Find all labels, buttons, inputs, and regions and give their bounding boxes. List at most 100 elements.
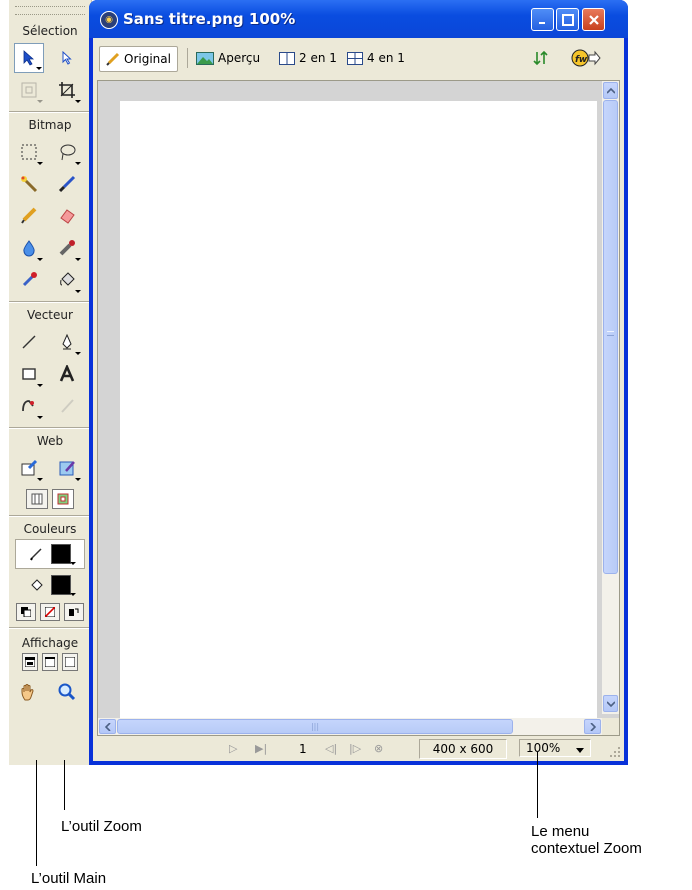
default-colors-button[interactable] <box>16 603 36 621</box>
subselection-tool[interactable] <box>52 43 82 73</box>
crop-tool[interactable] <box>52 75 82 105</box>
dropdown-arrow-icon <box>576 748 584 753</box>
quick-export-sort-button[interactable] <box>533 46 549 70</box>
eraser-tool[interactable] <box>52 201 82 231</box>
show-slices-icon <box>57 493 69 505</box>
magnifier-icon <box>58 683 76 701</box>
resize-grip-icon[interactable] <box>609 746 621 758</box>
tab-2-up-label: 2 en 1 <box>299 51 337 65</box>
scroll-right-button[interactable] <box>584 719 601 734</box>
section-label-web: Web <box>36 434 64 448</box>
rectangle-icon <box>22 368 36 380</box>
rubber-stamp-tool[interactable] <box>52 233 82 263</box>
scroll-left-button[interactable] <box>99 719 116 734</box>
minimize-icon <box>538 21 545 24</box>
chevron-left-icon <box>104 722 111 731</box>
section-label-view: Affichage <box>21 636 79 650</box>
rectangle-tool[interactable] <box>14 359 44 389</box>
vertical-scroll-thumb[interactable] <box>603 100 618 574</box>
svg-text:fw: fw <box>575 55 588 65</box>
play-button[interactable]: ▷ <box>229 742 237 755</box>
knife-icon <box>61 399 74 413</box>
vertical-scrollbar[interactable] <box>602 81 619 714</box>
swap-colors-icon <box>69 608 79 616</box>
fullscreen-menus-mode-button[interactable] <box>42 653 58 671</box>
eraser-icon <box>60 209 75 224</box>
last-frame-button[interactable]: ▶| <box>255 742 267 755</box>
document-area: ||| <box>97 80 620 736</box>
magic-wand-tool[interactable] <box>14 169 44 199</box>
standard-screen-icon <box>25 657 35 667</box>
swap-colors-button[interactable] <box>64 603 84 621</box>
pointer-tool[interactable] <box>14 43 44 73</box>
hide-slices-button[interactable] <box>26 489 48 509</box>
tab-4-up-label: 4 en 1 <box>367 51 405 65</box>
quick-export-button[interactable]: fw <box>571 46 601 70</box>
title-bar[interactable]: ◉ Sans titre.png 100% <box>89 0 628 38</box>
panel-grip[interactable] <box>15 6 85 15</box>
section-label-bitmap: Bitmap <box>28 118 72 132</box>
tab-original[interactable]: Original <box>99 46 178 72</box>
scroll-up-button[interactable] <box>603 82 618 99</box>
tab-original-label: Original <box>124 52 171 66</box>
preview-landscape-icon <box>196 51 214 65</box>
line-tool[interactable] <box>14 327 44 357</box>
no-color-button[interactable] <box>40 603 60 621</box>
hide-slices-icon <box>31 493 43 505</box>
fill-color-swatch[interactable] <box>51 575 76 596</box>
eyedropper-tool[interactable] <box>14 265 44 295</box>
pointer-icon <box>23 50 35 66</box>
scale-tool[interactable] <box>14 75 44 105</box>
horizontal-scroll-thumb[interactable]: ||| <box>117 719 513 734</box>
lasso-tool[interactable] <box>52 137 82 167</box>
tab-2-up[interactable]: 2 en 1 <box>279 46 337 70</box>
maximize-button[interactable] <box>556 8 579 31</box>
subselection-icon <box>62 51 72 65</box>
scroll-corner <box>602 718 619 735</box>
text-tool[interactable] <box>52 359 82 389</box>
fill-bucket-icon <box>31 579 43 591</box>
window-client: Original Aperçu 2 en 1 4 en 1 fw ||| ▷ ▶… <box>93 38 624 761</box>
hand-tool-callout-line <box>36 760 37 866</box>
pencil-tool[interactable] <box>14 201 44 231</box>
tab-preview[interactable]: Aperçu <box>196 46 260 70</box>
crop-icon <box>59 82 75 98</box>
line-icon <box>22 335 36 349</box>
quick-export-icon: fw <box>571 49 601 67</box>
scroll-down-button[interactable] <box>603 695 618 712</box>
previous-frame-button[interactable]: ◁| <box>325 742 337 755</box>
freeform-icon <box>22 400 34 412</box>
tab-4-up[interactable]: 4 en 1 <box>347 46 405 70</box>
zoom-level-menu[interactable]: 100% <box>519 739 591 757</box>
stop-button[interactable]: ⊗ <box>374 742 383 755</box>
chevron-right-icon <box>589 722 596 731</box>
hand-tool[interactable] <box>14 677 44 707</box>
pen-tool[interactable] <box>52 327 82 357</box>
blur-drop-icon <box>23 240 35 257</box>
hotspot-tool[interactable] <box>52 453 82 483</box>
app-icon[interactable]: ◉ <box>100 11 118 29</box>
blur-tool[interactable] <box>14 233 44 263</box>
fullscreen-mode-button[interactable] <box>62 653 78 671</box>
paint-bucket-tool[interactable] <box>52 265 82 295</box>
knife-tool[interactable] <box>52 391 82 421</box>
next-frame-button[interactable]: |▷ <box>349 742 361 755</box>
zoom-level-value: 100% <box>526 741 561 755</box>
close-button[interactable] <box>582 8 605 31</box>
show-slices-button[interactable] <box>52 489 74 509</box>
marquee-tool[interactable] <box>14 137 44 167</box>
minimize-button[interactable] <box>531 8 554 31</box>
stroke-color-swatch[interactable] <box>51 544 76 565</box>
close-icon <box>588 14 599 25</box>
horizontal-scrollbar[interactable]: ||| <box>98 718 602 735</box>
standard-screen-mode-button[interactable] <box>22 653 38 671</box>
slice-icon <box>21 459 38 476</box>
freeform-tool[interactable] <box>14 391 44 421</box>
paint-bucket-icon <box>60 272 75 286</box>
canvas[interactable] <box>120 101 597 726</box>
scale-icon <box>21 82 37 98</box>
eyedropper-icon <box>22 272 37 287</box>
brush-tool[interactable] <box>52 169 82 199</box>
slice-tool[interactable] <box>14 453 44 483</box>
zoom-tool[interactable] <box>52 677 82 707</box>
